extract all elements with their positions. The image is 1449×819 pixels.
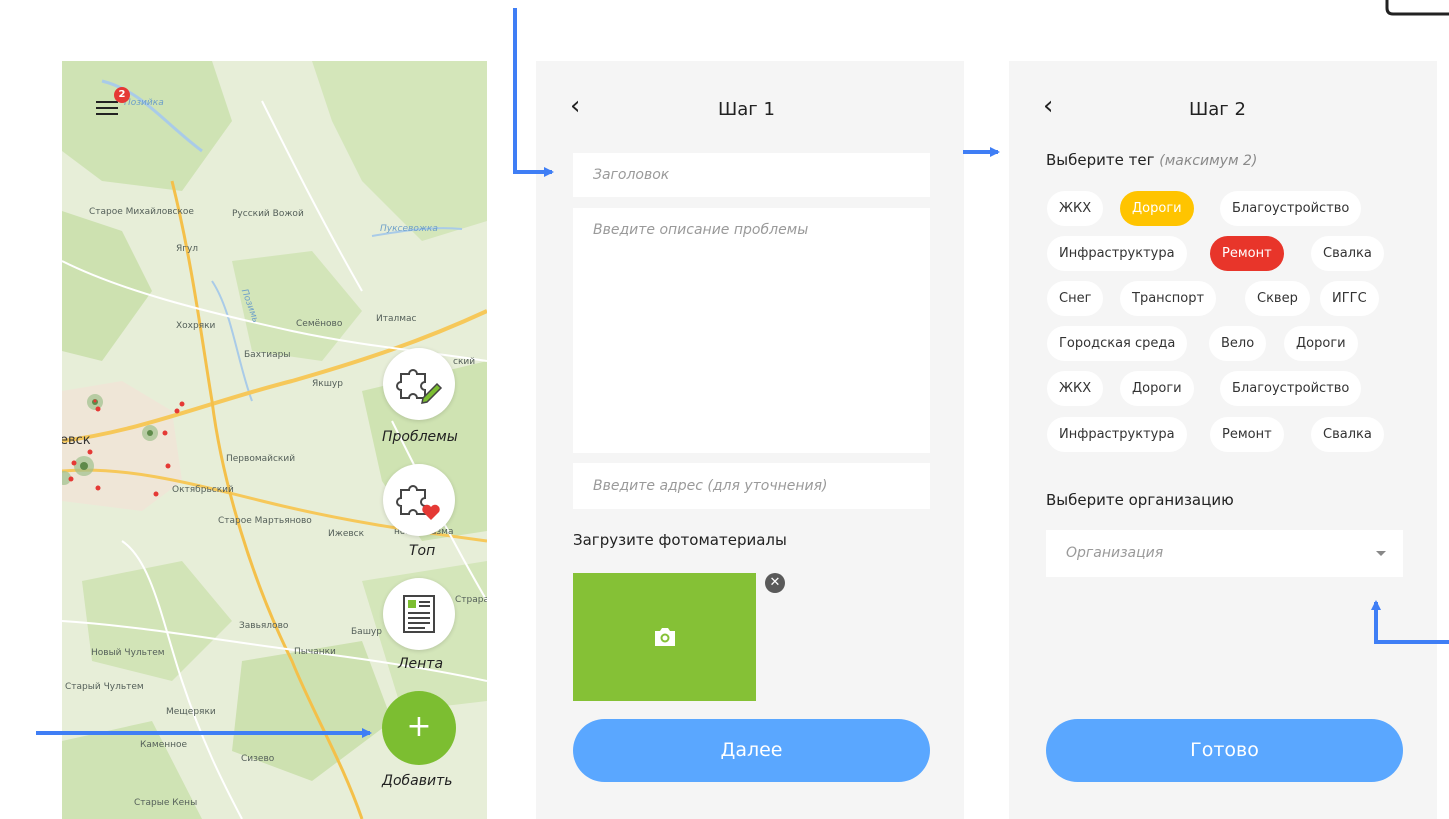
frame-corner bbox=[1385, 0, 1449, 16]
arrow-to-organization bbox=[1371, 600, 1449, 644]
annotation-arrows bbox=[36, 0, 1449, 738]
arrow-to-title-field bbox=[513, 8, 554, 177]
